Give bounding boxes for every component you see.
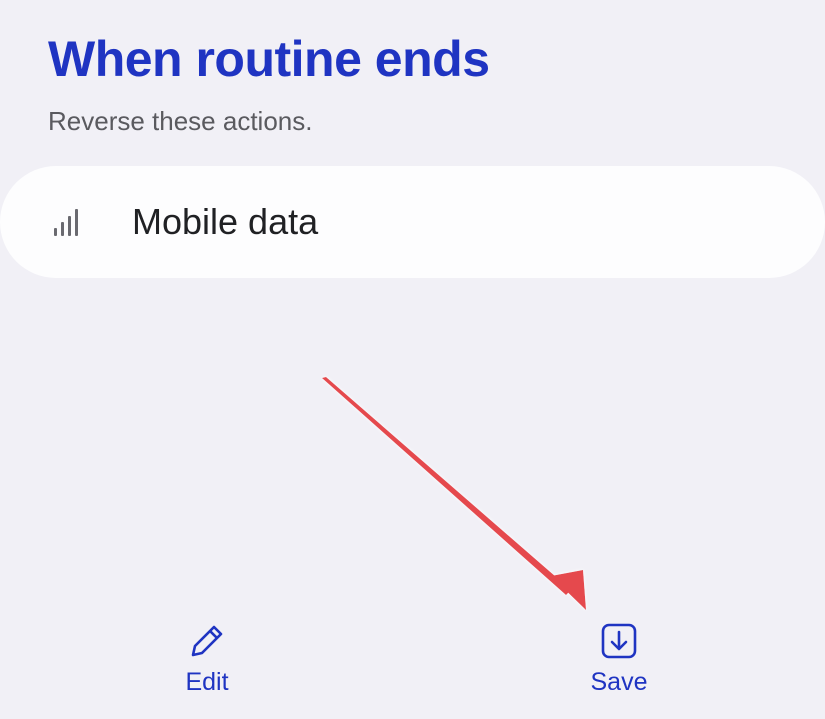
- page-title: When routine ends: [48, 31, 490, 87]
- edit-button[interactable]: Edit: [147, 622, 267, 697]
- save-button[interactable]: Save: [559, 622, 679, 697]
- signal-bars-icon: [54, 208, 84, 236]
- save-label: Save: [590, 668, 648, 696]
- edit-label: Edit: [185, 668, 229, 696]
- pencil-icon: [191, 625, 223, 657]
- action-item-label: Mobile data: [132, 201, 319, 242]
- save-download-icon: [601, 623, 637, 659]
- action-item-mobile-data[interactable]: Mobile data: [0, 166, 825, 278]
- page-subtitle: Reverse these actions.: [48, 106, 313, 136]
